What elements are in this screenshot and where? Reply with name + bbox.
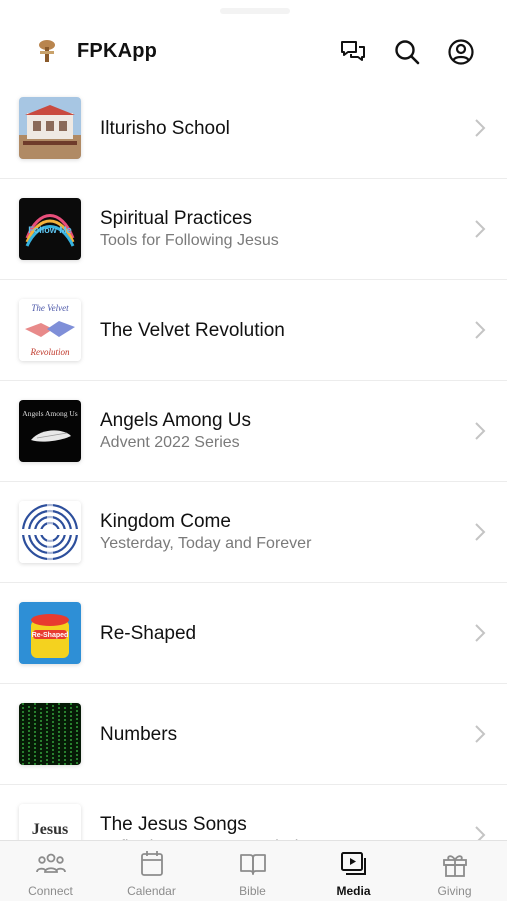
media-item-title: The Velvet Revolution: [100, 319, 285, 341]
media-icon: [341, 852, 366, 875]
tab-label: Calendar: [127, 884, 176, 898]
app-title: FPKApp: [77, 40, 158, 62]
chevron-right-icon: [475, 422, 486, 440]
media-item-numbers[interactable]: Numbers: [0, 684, 507, 785]
media-item-text: Numbers: [100, 723, 447, 746]
spiritual-practices-thumbnail: Follow Me: [19, 198, 81, 260]
media-item-kingdom-come[interactable]: Kingdom Come Yesterday, Today and Foreve…: [0, 482, 507, 583]
velvet-bottom-text: Revolution: [30, 347, 70, 357]
velvet-top-text: The Velvet: [31, 303, 69, 313]
gift-icon: [443, 855, 467, 877]
tab-giving[interactable]: Giving: [404, 841, 505, 901]
chevron-right-icon: [475, 119, 486, 137]
media-item-text: The Velvet Revolution: [100, 319, 447, 342]
jesus-songs-logo-text: Jesus: [32, 821, 68, 838]
media-item-title: Ilturisho School: [100, 117, 230, 139]
media-item-subtitle: Tools for Following Jesus: [100, 231, 279, 249]
chevron-right-icon: [475, 321, 486, 339]
media-item-subtitle: Yesterday, Today and Forever: [100, 534, 312, 552]
media-item-title: Numbers: [100, 723, 178, 745]
media-item-title: Kingdom Come: [100, 510, 231, 532]
people-icon: [36, 853, 66, 873]
app-logo-icon: [36, 38, 58, 64]
reshaped-logo-text: Re-Shaped: [32, 632, 69, 639]
tab-connect[interactable]: Connect: [0, 841, 101, 901]
media-item-text: Spiritual Practices Tools for Following …: [100, 207, 447, 252]
media-item-subtitle: Advent 2022 Series: [100, 433, 240, 451]
tab-label: Giving: [437, 884, 472, 898]
ilturisho-school-thumbnail: [19, 97, 81, 159]
tab-label: Media: [336, 884, 371, 898]
tab-media[interactable]: Media: [303, 841, 404, 901]
media-item-title: Angels Among Us: [100, 409, 252, 431]
angels-among-us-thumbnail: Angels Among Us: [19, 400, 81, 462]
calendar-icon: [141, 851, 163, 876]
chevron-right-icon: [475, 725, 486, 743]
chevron-right-icon: [475, 624, 486, 642]
angels-logo-text: Angels Among Us: [22, 409, 78, 418]
kingdom-come-thumbnail: [19, 501, 81, 563]
media-item-text: Ilturisho School: [100, 117, 447, 140]
tab-bible[interactable]: Bible: [202, 841, 303, 901]
tab-calendar[interactable]: Calendar: [101, 841, 202, 901]
account-icon[interactable]: [447, 38, 475, 66]
media-item-spiritual-practices[interactable]: Follow Me Spiritual Practices Tools for …: [0, 179, 507, 280]
tab-label: Connect: [28, 884, 73, 898]
book-icon: [240, 854, 266, 875]
chevron-right-icon: [475, 220, 486, 238]
media-item-text: Angels Among Us Advent 2022 Series: [100, 409, 447, 454]
chevron-right-icon: [475, 523, 486, 541]
media-item-title: The Jesus Songs: [100, 813, 247, 835]
chat-icon[interactable]: [339, 38, 367, 66]
search-icon[interactable]: [393, 38, 421, 66]
media-item-velvet-revolution[interactable]: The Velvet Revolution The Velvet Revolut…: [0, 280, 507, 381]
re-shaped-thumbnail: Re-Shaped: [19, 602, 81, 664]
media-item-title: Spiritual Practices: [100, 207, 253, 229]
numbers-thumbnail: [19, 703, 81, 765]
media-item-text: Kingdom Come Yesterday, Today and Foreve…: [100, 510, 447, 555]
tab-label: Bible: [239, 884, 266, 898]
media-item-angels-among-us[interactable]: Angels Among Us Angels Among Us Advent 2…: [0, 381, 507, 482]
velvet-revolution-thumbnail: The Velvet Revolution: [19, 299, 81, 361]
media-item-ilturisho-school[interactable]: Ilturisho School: [0, 78, 507, 179]
media-item-title: Re-Shaped: [100, 622, 197, 644]
bottom-tab-bar: Connect Calendar Bible Media Giving: [0, 840, 507, 901]
follow-me-logo-text: Follow Me: [28, 225, 72, 235]
media-list: Ilturisho School Follow Me Spiritual Pra…: [0, 78, 507, 886]
media-item-re-shaped[interactable]: Re-Shaped Re-Shaped: [0, 583, 507, 684]
media-item-text: Re-Shaped: [100, 622, 447, 645]
status-indicator: [220, 8, 290, 14]
